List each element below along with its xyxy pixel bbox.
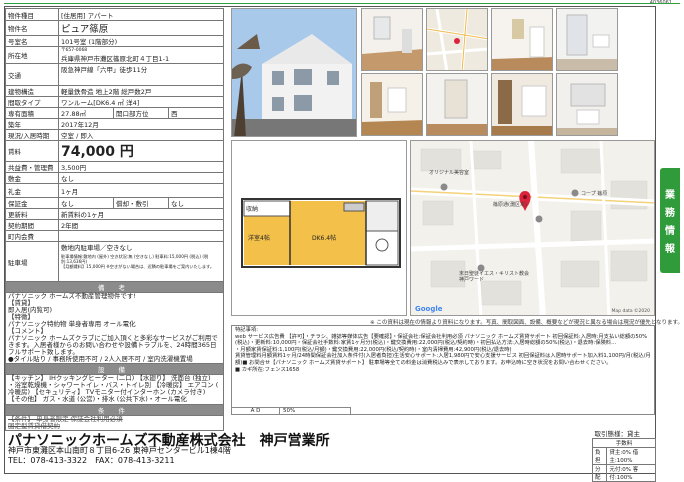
value-room: 101号室 (1階部分) — [58, 35, 224, 47]
label-amortization: 償却・敷引 — [113, 197, 169, 209]
parking-detail: 駐車場情報:敷地内 (屋外) 空き状況:無 (空きなし) 駐車料:15,000円… — [61, 254, 215, 269]
section-conditions-header: 条 件 — [5, 404, 224, 416]
fee-header: 手数料 — [592, 438, 656, 448]
label-deposit: 敷金 — [5, 172, 59, 184]
value-type: [住居用] アパート — [58, 8, 224, 21]
label-room: 号室名 — [5, 35, 59, 47]
value-key-money: 1ヶ月 — [58, 183, 224, 198]
label-community-fee: 町内会費 — [5, 230, 59, 242]
postal-code: 〒657-0068 — [61, 47, 88, 53]
map-label-coop: コープ 篠原 — [581, 191, 608, 197]
shop-pin-icon — [571, 189, 579, 197]
conditions-text: 【条件】 単身者限定 保証会社利用必須 固定型賃貸借契約 — [5, 415, 224, 431]
label-contract: 契約期間 — [5, 219, 59, 231]
location-map: オリジナル美容室 篠原通(灘区本) コープ 篠原 末日聖徒イエス・キリスト教会 … — [410, 140, 655, 316]
interior-photo-7 — [556, 73, 618, 136]
salon-pin-icon — [440, 183, 448, 191]
ad-row: A D 50% — [231, 407, 351, 415]
floor-plan: 収納 洋室4帖 DK6.4帖 — [231, 140, 407, 316]
map-attribution: Map data ©2020 — [611, 309, 650, 314]
interior-photo-1 — [361, 8, 423, 71]
label-key-money: 礼金 — [5, 183, 59, 198]
fee-burden-label: 負担 — [591, 447, 608, 465]
map-google-logo: Google — [415, 305, 443, 313]
label-name: 物件名 — [5, 20, 59, 36]
section-remarks-header: 備 考 — [5, 281, 224, 293]
map-label-church: 末日聖徒イエス・キリスト教会 神戸ワード — [459, 271, 529, 283]
top-accent-line — [4, 3, 680, 4]
value-deposit: なし — [58, 172, 224, 184]
equipment-text: 【キッチン】 IHクッキングヒーター (二口) 【水廻り】 洗面台 (独立) ・… — [5, 374, 224, 405]
value-rent: 74,000 円 — [58, 140, 224, 162]
ad-value: 50% — [283, 408, 296, 414]
value-orientation: 西 — [168, 107, 224, 119]
label-layout: 間取タイプ — [5, 96, 59, 108]
value-contract: 2年間 — [58, 219, 224, 231]
label-built: 築年 — [5, 118, 59, 130]
value-status: 空室 / 即入 — [58, 129, 224, 141]
label-transit: 交通 — [5, 63, 59, 86]
tab-char-4: 報 — [665, 244, 675, 255]
value-community-fee — [58, 230, 224, 242]
interior-photo-6 — [491, 73, 553, 136]
fee-split-value: 元付:0% 客付:100% — [606, 464, 656, 482]
label-orientation: 開口部方位 — [113, 107, 169, 119]
fee-burden-value: 貸主:0% 借主:100% — [606, 447, 656, 465]
fee-split-label: 分配 — [591, 464, 608, 482]
label-common-fee: 共益費・管理費 — [5, 161, 59, 173]
special-notes: 特記事項: web サービス広告費 【許可】・チラシ、雑誌等媒体広告【要確認】・… — [231, 325, 655, 415]
plan-dk-label: DK6.4帖 — [312, 235, 337, 242]
value-structure: 軽量鉄骨造 地上2階 総戸数2戸 — [58, 85, 224, 97]
map-label-salon: オリジナル美容室 — [429, 170, 470, 176]
value-address: 〒657-0068 兵庫県神戸市灘区篠原北町４丁目1-1 — [58, 46, 224, 64]
address-text: 兵庫県神戸市灘区篠原北町４丁目1-1 — [61, 54, 170, 63]
label-rent: 賃料 — [5, 140, 59, 162]
value-area: 27.88㎡ — [58, 107, 114, 119]
section-equipment-header: 設 備 — [5, 363, 224, 375]
label-renewal: 更新料 — [5, 208, 59, 220]
map-label-street: 篠原通(灘区本) — [493, 202, 527, 208]
plan-room-label: 洋室4帖 — [248, 235, 270, 242]
remarks-text: パナソニック ホームズ不動産管理物件です! 【賃貸】 即入居(内覧可) 【特徴】… — [5, 292, 224, 364]
label-parking: 駐車場 — [5, 241, 59, 282]
building-illustration — [232, 9, 356, 136]
parking-summary: 敷地内駐車場／空きなし — [61, 244, 133, 252]
label-address: 所在地 — [5, 46, 59, 64]
tab-char-3: 情 — [665, 226, 675, 237]
interior-photo-3 — [556, 8, 618, 71]
value-common-fee: 3,500円 — [58, 161, 224, 173]
floor-plan-drawing — [241, 198, 401, 268]
label-structure: 建物構造 — [5, 85, 59, 97]
map-drawing — [411, 141, 654, 315]
property-info-table: 物件種目 [住居用] アパート 物件名 ピュア篠原 号室名 101号室 (1階部分) … — [5, 8, 224, 431]
transaction-type: 取引態様：貸主 — [594, 430, 641, 438]
value-name: ピュア篠原 — [58, 20, 224, 36]
value-amortization: なし — [168, 197, 224, 209]
label-type: 物件種目 — [5, 8, 59, 21]
value-layout: ワンルーム[DK6.4 ㎡ 洋4] — [58, 96, 224, 108]
value-guarantee: なし — [58, 197, 114, 209]
label-guarantee: 保証金 — [5, 197, 59, 209]
value-renewal: 新賃料の1ヶ月 — [58, 208, 224, 220]
interior-photo-5 — [426, 73, 488, 136]
company-phone-fax: TEL：078-413-3322 FAX：078-413-3211 — [8, 456, 175, 465]
business-info-tab[interactable]: 業 務 情 報 — [660, 168, 680, 273]
label-area: 専有面積 — [5, 107, 59, 119]
label-status: 現況/入居時期 — [5, 129, 59, 141]
value-parking: 敷地内駐車場／空きなし駐車場情報:敷地内 (屋外) 空き状況:無 (空きなし) … — [58, 241, 224, 282]
bus-stop-pin-icon — [535, 215, 543, 223]
value-transit: 阪急神戸線「六甲」徒歩11分 — [58, 63, 224, 86]
value-built: 2017年12月 — [58, 118, 224, 130]
tab-char-2: 務 — [665, 208, 675, 219]
interior-photo-2 — [491, 8, 553, 71]
ad-label: A D — [232, 408, 280, 414]
interior-photo-4 — [361, 73, 423, 136]
plan-closet-label: 収納 — [246, 206, 259, 213]
exterior-photo — [231, 8, 357, 137]
transaction-table: 取引態様：貸主 手数料 負担 貸主:0% 借主:100% 分配 元付:0% 客付:1… — [591, 428, 656, 482]
tab-char-1: 業 — [665, 190, 675, 201]
map-thumbnail-photo — [426, 8, 488, 71]
